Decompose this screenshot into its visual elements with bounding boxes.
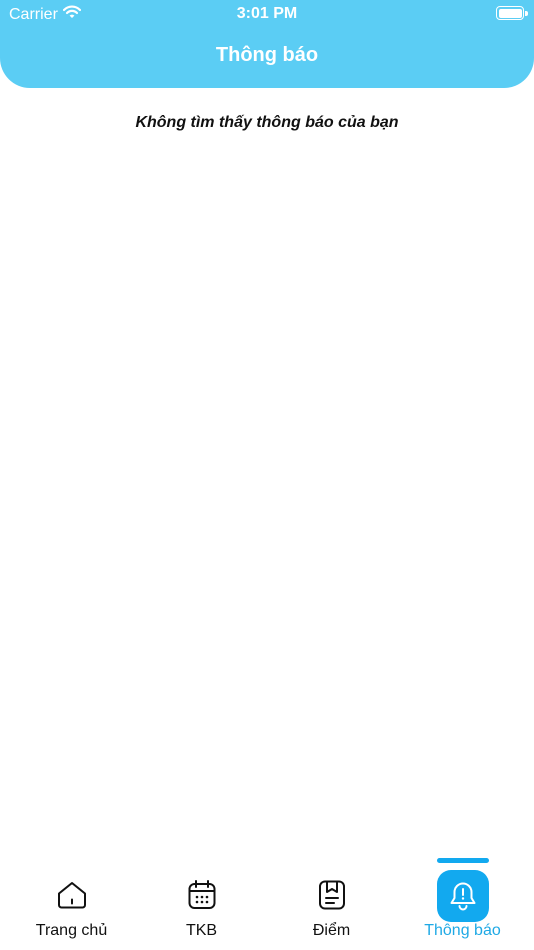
tab-grades-label: Điểm	[312, 922, 351, 939]
tab-home-label: Trang chủ	[35, 922, 108, 939]
tab-notifications[interactable]: Thông báo	[396, 850, 529, 950]
tab-notifications-label: Thông báo	[424, 922, 501, 939]
tab-home[interactable]: Trang chủ	[5, 850, 138, 950]
bottom-tab-bar: Trang chủ TKB Điểm Thông báo	[0, 850, 534, 950]
active-tab-indicator	[436, 858, 489, 863]
tab-schedule[interactable]: TKB	[135, 850, 268, 950]
app-header: Carrier 3:01 PM Thông báo	[0, 0, 534, 88]
home-icon	[55, 878, 89, 912]
grade-book-icon	[315, 878, 349, 912]
empty-notifications-message: Không tìm thấy thông báo của bạn	[135, 114, 399, 131]
status-bar: Carrier 3:01 PM	[0, 0, 534, 28]
battery-tip	[525, 10, 528, 16]
calendar-icon	[185, 878, 219, 912]
tab-schedule-label: TKB	[185, 922, 218, 939]
bell-icon	[436, 870, 489, 922]
battery-icon	[496, 6, 528, 20]
status-time: 3:01 PM	[236, 5, 298, 22]
page-title: Thông báo	[215, 44, 319, 66]
tab-grades[interactable]: Điểm	[265, 850, 398, 950]
battery-fill	[498, 8, 522, 18]
